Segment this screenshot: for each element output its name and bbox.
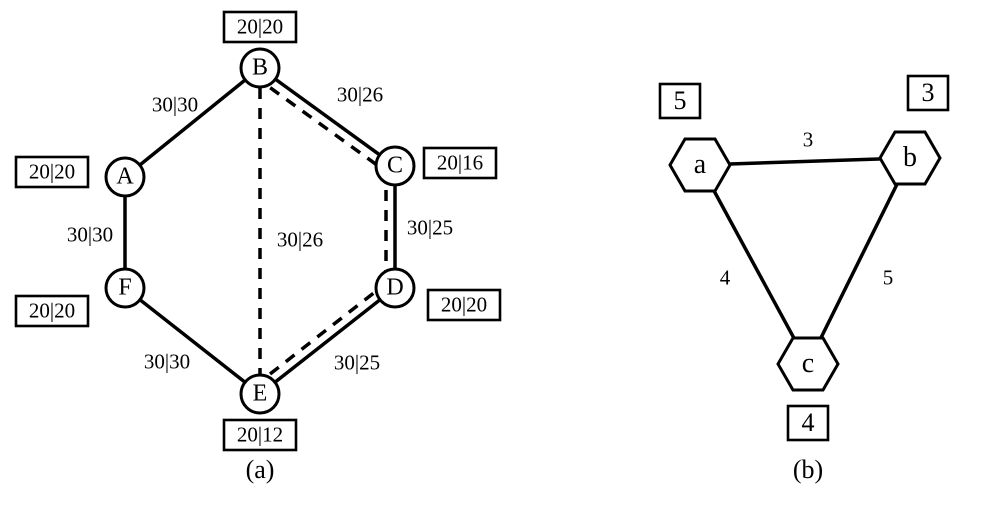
edge-a-b: [125, 68, 260, 177]
node-label-ra: a: [694, 149, 706, 181]
edge-d-e-solid: [260, 288, 395, 394]
edge-label-ab: 30|30: [152, 93, 198, 118]
edge-label-bc: 30|26: [337, 83, 383, 108]
caption-a: (a): [246, 455, 275, 485]
diagram-svg: [0, 0, 1000, 516]
node-label-rc: c: [802, 348, 814, 380]
node-label-d: D: [386, 275, 403, 302]
box-value-a: 20|20: [29, 160, 75, 185]
node-label-rb: b: [903, 142, 917, 174]
node-label-e: E: [253, 381, 268, 408]
edge-a-b-r: [700, 158, 910, 165]
edge-label-be: 30|26: [277, 228, 323, 253]
edge-e-f: [125, 288, 260, 394]
box-value-d: 20|20: [441, 293, 487, 318]
edge-label-cd: 30|25: [407, 216, 453, 241]
box-value-rb: 3: [922, 78, 935, 108]
edge-label-de: 30|25: [334, 351, 380, 376]
node-label-f: F: [118, 275, 131, 302]
caption-b: (b): [793, 455, 823, 485]
box-value-c: 20|16: [437, 151, 483, 176]
box-value-f: 20|20: [29, 299, 75, 324]
box-value-b: 20|20: [237, 15, 283, 40]
edge-label-fa: 30|30: [67, 223, 113, 248]
right-graph-edges: [700, 158, 910, 364]
box-value-ra: 5: [674, 86, 687, 116]
node-label-b: B: [252, 55, 268, 82]
edge-b-c-r: [808, 158, 910, 364]
box-value-e: 20|12: [237, 423, 283, 448]
box-value-rc: 4: [802, 408, 815, 438]
edge-label-rbc: 5: [883, 266, 894, 291]
node-label-c: C: [387, 153, 403, 180]
edge-label-rab: 3: [803, 128, 814, 153]
edge-label-ef: 30|30: [144, 350, 190, 375]
edge-a-c-r: [700, 165, 808, 364]
node-label-a: A: [116, 164, 133, 191]
edge-label-rac: 4: [720, 266, 731, 291]
